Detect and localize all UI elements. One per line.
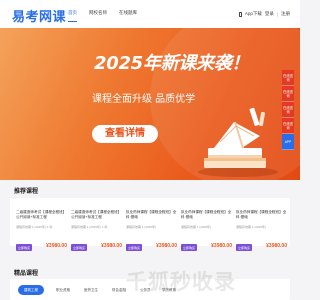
course-meta: 课程有效期 1 (2025年) 1 科 — [16, 225, 53, 229]
tab-qualification[interactable]: 职业资格 — [56, 285, 70, 295]
sidebar-item-consult[interactable]: 在线咨询 — [282, 86, 294, 102]
buy-tag[interactable]: 立即购买 — [181, 244, 198, 251]
site-logo[interactable]: 易考网课 — [12, 6, 66, 25]
page: 易考网课 首页 网校名师 在线题库 App下载 登录 | 注册 2025年新课来… — [0, 0, 300, 300]
sidebar-item-consult[interactable]: 在线咨询 — [282, 102, 294, 118]
banner-subtitle: 课程全面升级 品质优学 — [92, 94, 196, 105]
course-card[interactable]: 执业药师课程【课程全程班】全科·基础 课程有效期 1 (2025年) 立即购买 … — [126, 210, 177, 252]
hero-banner[interactable]: 2025年新课来袭！ 课程全面升级 品质优学 查看详情 — [0, 28, 300, 180]
course-title: 执业药师课程【课程全程班】全科·基础 — [236, 210, 287, 219]
buy-tag[interactable]: 立即购买 — [236, 244, 253, 251]
course-price: ¥3980.00 — [101, 243, 122, 249]
course-card[interactable]: 执业药师课程【课程全程班】全科·基础 课程有效期 1 (2025年) 立即购买 … — [181, 210, 232, 252]
sidebar-item-consult[interactable]: 在线咨询 — [282, 118, 294, 134]
login-link[interactable]: 登录 — [265, 11, 274, 17]
course-price: ¥3980.00 — [266, 243, 287, 249]
course-meta: 课程有效期 1 (2025年) — [126, 225, 157, 229]
nav-item-home[interactable]: 首页 — [62, 0, 83, 28]
course-card[interactable]: 执业药师课程【课程全程班】全科·基础 课程有效期 1 (2025年) 立即购买 … — [236, 210, 287, 252]
course-price: ¥3980.00 — [46, 243, 67, 249]
buy-tag[interactable]: 立即购买 — [16, 244, 33, 251]
course-price: ¥3980.00 — [211, 243, 232, 249]
tab-finance[interactable]: 财会金融 — [112, 285, 126, 295]
nav-item-question-bank[interactable]: 在线题库 — [113, 0, 143, 28]
floating-sidebar: 在线咨询 在线咨询 在线咨询 在线咨询 APP — [282, 70, 294, 150]
buy-tag[interactable]: 立即购买 — [71, 244, 88, 251]
banner-title: 2025年新课来袭！ — [94, 53, 250, 74]
course-title: 执业药师课程【课程全程班】全科·基础 — [126, 210, 177, 219]
watermark: 千狐秒收录 — [126, 270, 236, 294]
tab-construction[interactable]: 建筑工程 — [18, 285, 44, 295]
course-meta: 课程有效期 1 (2025年) — [181, 225, 212, 229]
course-card[interactable]: 二级建造师考试【课程全程班】公开阅读+标准工程 课程有效期 1 (2025年) … — [71, 210, 122, 252]
featured-course-panel: 二级建造师考试【课程全程班】公开阅读+标准工程 课程有效期 1 (2025年) … — [10, 198, 290, 251]
sidebar-item-consult[interactable]: 在线咨询 — [282, 70, 294, 86]
nav-item-teachers[interactable]: 网校名师 — [83, 0, 113, 28]
course-card[interactable]: 二级建造师考试【课程全程班】公开阅读+标准工程 课程有效期 1 (2025年) … — [16, 210, 67, 252]
section-title-quality: 精品课程 — [14, 271, 39, 277]
top-header: 易考网课 首页 网校名师 在线题库 App下载 登录 | 注册 — [0, 0, 300, 28]
section-title-featured: 推荐课程 — [14, 189, 39, 195]
header-actions: App下载 登录 | 注册 — [238, 0, 290, 28]
view-details-button[interactable]: 查看详情 — [92, 125, 158, 143]
main-nav: 首页 网校名师 在线题库 — [62, 0, 143, 28]
app-download-link[interactable]: App下载 — [245, 11, 262, 17]
course-title: 二级建造师考试【课程全程班】公开阅读+标准工程 — [71, 210, 122, 219]
course-price: ¥3980.00 — [156, 243, 177, 249]
course-meta: 课程有效期 1 (2025年) — [236, 225, 267, 229]
books-illustration-icon — [198, 107, 278, 177]
tab-medicine[interactable]: 医药卫生 — [84, 285, 98, 295]
sidebar-item-app[interactable]: APP — [282, 134, 294, 150]
buy-tag[interactable]: 立即购买 — [126, 244, 143, 251]
course-title: 执业药师课程【课程全程班】全科·基础 — [181, 210, 232, 219]
register-link[interactable]: 注册 — [281, 11, 290, 17]
course-meta: 课程有效期 1 (2025年) 1 科 — [71, 225, 108, 229]
course-title: 二级建造师考试【课程全程班】公开阅读+标准工程 — [16, 210, 67, 219]
divider: | — [276, 11, 278, 17]
phone-icon — [238, 11, 242, 17]
